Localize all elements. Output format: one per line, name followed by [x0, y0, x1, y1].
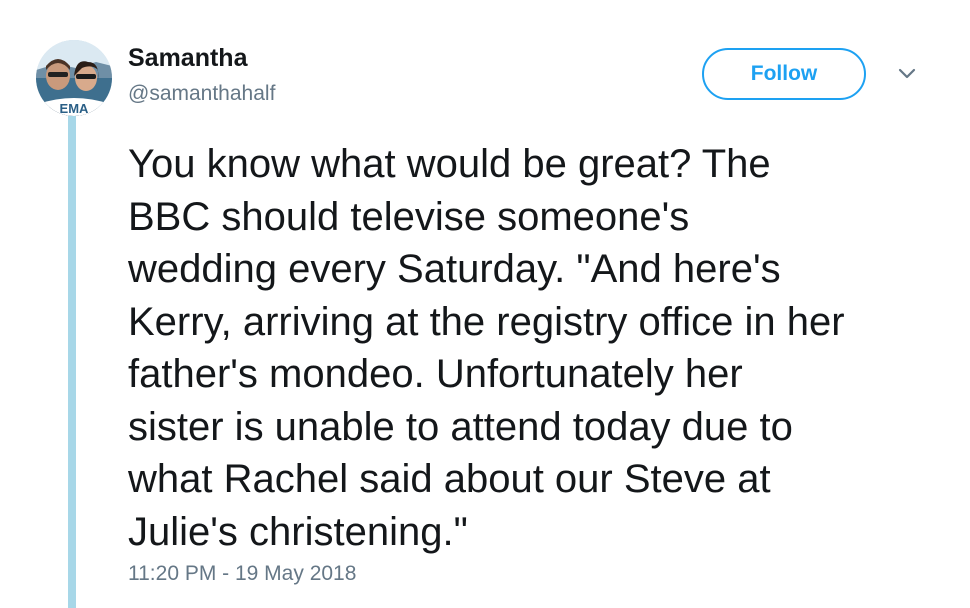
thread-line	[68, 112, 76, 608]
tweet-timestamp[interactable]: 11:20 PM - 19 May 2018	[128, 562, 356, 586]
author-display-name[interactable]: Samantha	[128, 44, 247, 73]
avatar-photo: EMA	[36, 40, 112, 116]
chevron-down-icon[interactable]	[896, 66, 918, 82]
avatar[interactable]: EMA	[36, 40, 112, 116]
follow-button[interactable]: Follow	[702, 48, 866, 100]
author-handle[interactable]: @samanthahalf	[128, 82, 275, 106]
tweet-text: You know what would be great? The BBC sh…	[128, 142, 845, 554]
avatar-caption: EMA	[60, 101, 90, 116]
